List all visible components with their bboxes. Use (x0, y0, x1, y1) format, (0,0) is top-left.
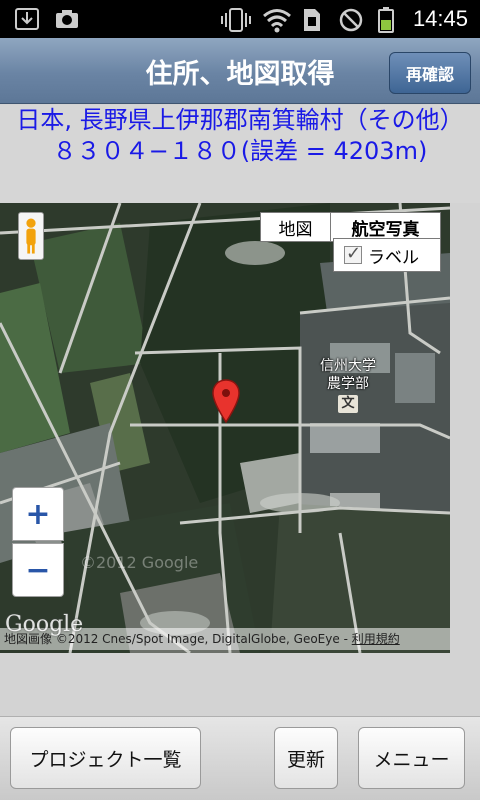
place-label-line2: 農学部 (327, 376, 369, 392)
refresh-button[interactable]: 更新 (274, 727, 338, 789)
place-label: 信州大学 農学部 文 (320, 357, 376, 413)
recheck-button[interactable]: 再確認 (389, 52, 471, 94)
zoom-in-button[interactable]: + (12, 487, 64, 541)
map-watermark: ©2012 Google (80, 553, 199, 572)
address-text: 日本, 長野県上伊那郡南箕輪村（その他）８３０４−１８０(誤差 = 4203m) (0, 105, 480, 203)
google-logo: Google (5, 612, 84, 637)
place-label-line1: 信州大学 (320, 358, 376, 374)
location-pin-icon (212, 379, 240, 424)
pegman-icon[interactable] (18, 212, 44, 260)
label-toggle-text: ラベル (368, 247, 419, 268)
sim-icon (304, 9, 320, 31)
battery-icon (378, 7, 394, 33)
download-icon (15, 8, 39, 30)
camera-icon (56, 10, 78, 28)
no-sim-icon (339, 8, 363, 32)
title-bar: 住所、地図取得 再確認 (0, 38, 480, 104)
zoom-out-button[interactable]: − (12, 543, 64, 597)
menu-button[interactable]: メニュー (358, 727, 465, 789)
label-checkbox[interactable] (344, 243, 362, 264)
project-list-button[interactable]: プロジェクト一覧 (10, 727, 201, 789)
wifi-icon (263, 9, 291, 33)
label-toggle[interactable]: ラベル (333, 238, 441, 272)
status-bar: 14:45 (0, 0, 480, 38)
terms-link[interactable]: 利用規約 (352, 632, 400, 646)
vibrate-icon (221, 8, 251, 32)
map-type-map-button[interactable]: 地図 (260, 212, 331, 242)
bottom-bar: プロジェクト一覧 更新 メニュー (0, 716, 480, 800)
school-icon: 文 (338, 395, 358, 413)
clock: 14:45 (412, 6, 468, 31)
